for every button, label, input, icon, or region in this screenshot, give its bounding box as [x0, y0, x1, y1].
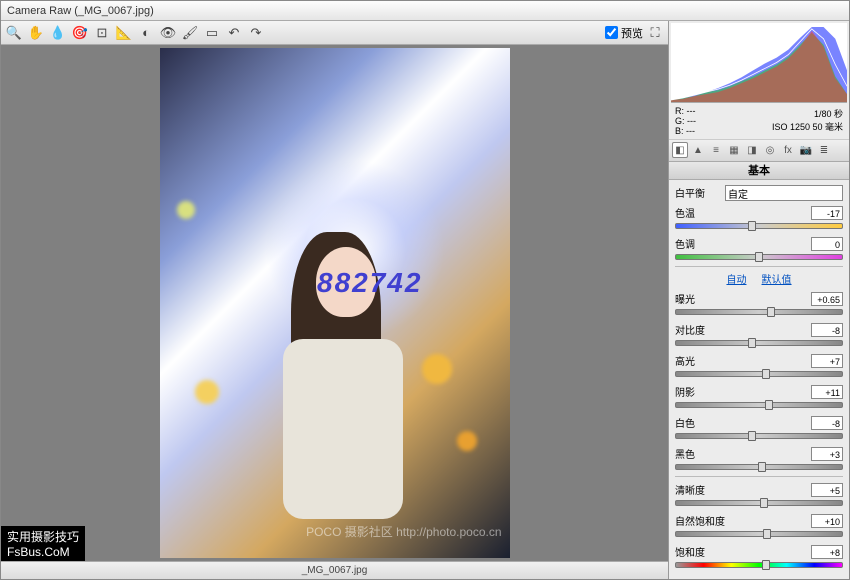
shadows-label: 阴影	[675, 384, 725, 399]
tab-curve-icon[interactable]: ▲	[690, 142, 706, 158]
exposure-thumb[interactable]	[767, 307, 775, 317]
panel-title: 基本	[669, 162, 849, 180]
tint-label: 色调	[675, 236, 725, 251]
tab-lens-icon[interactable]: ◎	[762, 142, 778, 158]
preview-checkbox[interactable]	[605, 26, 618, 39]
info-readout: R: --- G: --- B: --- 1/80 秒 ISO 1250 50 …	[669, 105, 849, 140]
shadows-thumb[interactable]	[765, 400, 773, 410]
clarity-thumb[interactable]	[760, 498, 768, 508]
tint-value[interactable]: 0	[811, 237, 843, 251]
watermark-bottom-left: 实用摄影技巧 FsBus.CoM	[1, 526, 85, 561]
tab-detail-icon[interactable]: ≡	[708, 142, 724, 158]
watermark-bottom-right: POCO 摄影社区 http://photo.poco.cn	[306, 523, 501, 540]
watermark-center: 882742	[317, 267, 422, 299]
whites-slider[interactable]	[675, 433, 843, 439]
filename-label: _MG_0067.jpg	[302, 565, 368, 576]
exposure-slider[interactable]	[675, 309, 843, 315]
histogram[interactable]	[671, 23, 847, 103]
hand-tool-icon[interactable]: ✋	[27, 24, 45, 42]
vibrance-value[interactable]: +10	[811, 514, 843, 528]
photo-preview: 882742 POCO 摄影社区 http://photo.poco.cn	[160, 48, 510, 558]
blacks-slider[interactable]	[675, 464, 843, 470]
contrast-slider[interactable]	[675, 340, 843, 346]
tab-presets-icon[interactable]: ≣	[816, 142, 832, 158]
contrast-value[interactable]: -8	[811, 323, 843, 337]
wb-select[interactable]: 自定	[725, 185, 843, 201]
straighten-tool-icon[interactable]: 📐	[115, 24, 133, 42]
saturation-value[interactable]: +8	[811, 545, 843, 559]
tint-slider[interactable]	[675, 254, 843, 260]
graduated-filter-icon[interactable]: ▭	[203, 24, 221, 42]
blacks-thumb[interactable]	[758, 462, 766, 472]
rotate-ccw-icon[interactable]: ↶	[225, 24, 243, 42]
temp-value[interactable]: -17	[811, 206, 843, 220]
tab-split-icon[interactable]: ◨	[744, 142, 760, 158]
spot-removal-tool-icon[interactable]: ◐	[137, 24, 155, 42]
tab-camera-icon[interactable]: 📷	[798, 142, 814, 158]
tint-thumb[interactable]	[755, 252, 763, 262]
whites-thumb[interactable]	[748, 431, 756, 441]
wb-label: 白平衡	[675, 185, 725, 200]
exposure-value[interactable]: +0.65	[811, 292, 843, 306]
shadows-value[interactable]: +11	[811, 385, 843, 399]
saturation-slider[interactable]	[675, 562, 843, 568]
titlebar: Camera Raw (_MG_0067.jpg)	[1, 1, 849, 21]
temp-slider[interactable]	[675, 223, 843, 229]
adjustment-brush-icon[interactable]: 🖌	[181, 24, 199, 42]
saturation-thumb[interactable]	[762, 560, 770, 570]
preview-label: 预览	[621, 25, 643, 41]
highlights-thumb[interactable]	[762, 369, 770, 379]
white-balance-tool-icon[interactable]: 💧	[49, 24, 67, 42]
clarity-slider[interactable]	[675, 500, 843, 506]
highlights-value[interactable]: +7	[811, 354, 843, 368]
tab-hsl-icon[interactable]: ▦	[726, 142, 742, 158]
blacks-label: 黑色	[675, 446, 725, 461]
temp-label: 色温	[675, 205, 725, 220]
canvas-area[interactable]: 882742 POCO 摄影社区 http://photo.poco.cn 实用…	[1, 45, 668, 561]
toolbar: 🔍 ✋ 💧 🎯 ⊡ 📐 ◐ 👁 🖌 ▭ ↶ ↷ 预览 ⛶	[1, 21, 668, 45]
window-title: Camera Raw (_MG_0067.jpg)	[7, 5, 154, 17]
panel-tabs: ◧ ▲ ≡ ▦ ◨ ◎ fx 📷 ≣	[669, 140, 849, 162]
clarity-value[interactable]: +5	[811, 483, 843, 497]
vibrance-thumb[interactable]	[763, 529, 771, 539]
contrast-thumb[interactable]	[748, 338, 756, 348]
clarity-label: 清晰度	[675, 482, 725, 497]
vibrance-slider[interactable]	[675, 531, 843, 537]
temp-thumb[interactable]	[748, 221, 756, 231]
zoom-tool-icon[interactable]: 🔍	[5, 24, 23, 42]
vibrance-label: 自然饱和度	[675, 513, 725, 528]
crop-tool-icon[interactable]: ⊡	[93, 24, 111, 42]
tab-fx-icon[interactable]: fx	[780, 142, 796, 158]
fullscreen-icon[interactable]: ⛶	[646, 24, 664, 42]
highlights-label: 高光	[675, 353, 725, 368]
contrast-label: 对比度	[675, 322, 725, 337]
rotate-cw-icon[interactable]: ↷	[247, 24, 265, 42]
shadows-slider[interactable]	[675, 402, 843, 408]
redeye-tool-icon[interactable]: 👁	[159, 24, 177, 42]
whites-label: 白色	[675, 415, 725, 430]
auto-link[interactable]: 自动	[726, 275, 746, 286]
auto-default-links: 自动 默认值	[675, 271, 843, 286]
statusbar: _MG_0067.jpg	[1, 561, 668, 579]
exposure-label: 曝光	[675, 291, 725, 306]
saturation-label: 饱和度	[675, 544, 725, 559]
blacks-value[interactable]: +3	[811, 447, 843, 461]
tab-basic-icon[interactable]: ◧	[672, 142, 688, 158]
default-link[interactable]: 默认值	[762, 275, 792, 286]
color-sampler-tool-icon[interactable]: 🎯	[71, 24, 89, 42]
highlights-slider[interactable]	[675, 371, 843, 377]
whites-value[interactable]: -8	[811, 416, 843, 430]
